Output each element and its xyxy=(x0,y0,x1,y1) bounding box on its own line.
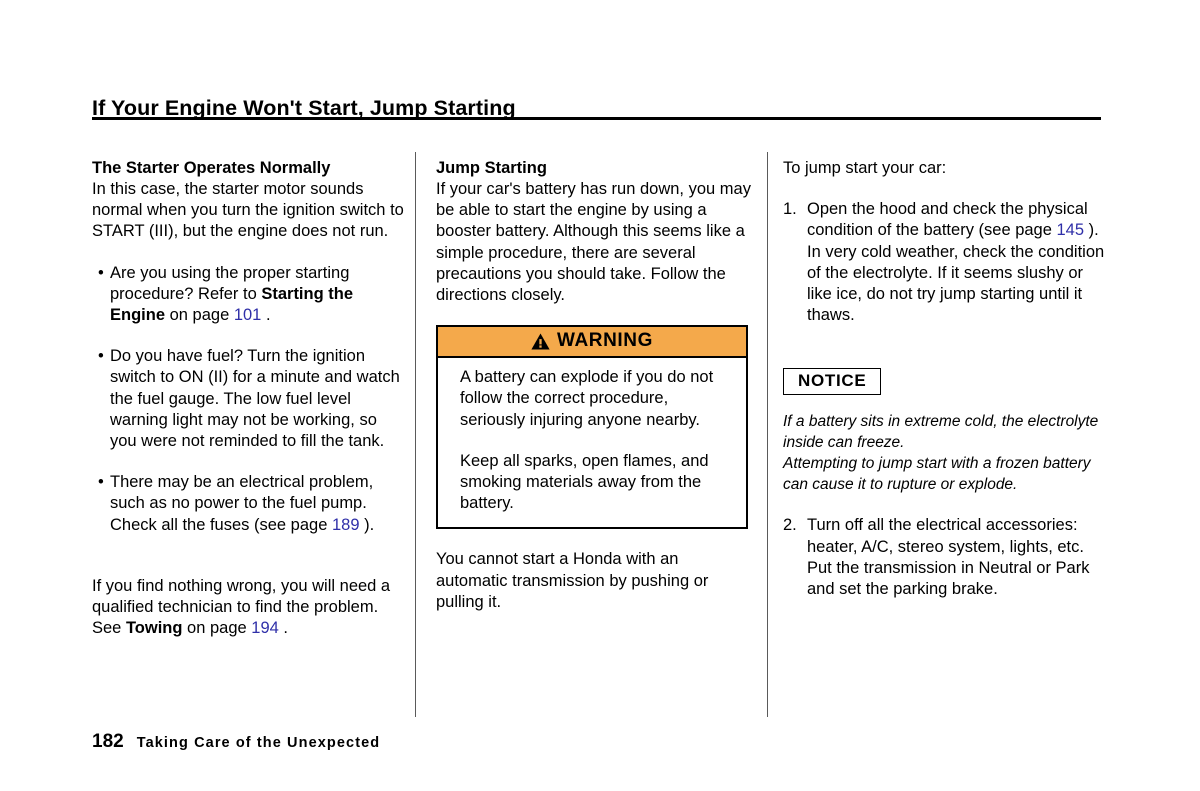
column-3-intro-paragraph: To jump start your car: xyxy=(783,159,947,177)
warning-box-header: WARNING xyxy=(438,327,746,359)
warning-box: WARNING A battery can explode if you do … xyxy=(436,325,748,530)
notice-badge: NOTICE xyxy=(783,368,882,396)
column-2-intro-paragraph: If your car's battery has run down, you … xyxy=(436,180,751,305)
closing-text-bold: Towing xyxy=(125,619,183,638)
bullet-text-end: . xyxy=(261,306,271,325)
footer-page-number: 182 xyxy=(92,731,124,752)
step-text: Open the hood and check the physical con… xyxy=(807,200,1088,240)
bullet-marker-icon: • xyxy=(98,473,104,492)
warning-box-title: WARNING xyxy=(556,330,654,352)
page-reference-link[interactable]: 189 xyxy=(332,516,360,534)
footer-section-title: Taking Care of the Unexpected xyxy=(136,735,381,751)
column-divider-right xyxy=(767,152,768,717)
bullet-item-starting-procedure: • Are you using the proper starting proc… xyxy=(92,263,404,327)
notice-line-2: Attempting to jump start with a frozen b… xyxy=(783,455,1091,494)
warning-triangle-icon xyxy=(531,333,550,350)
header-rule xyxy=(92,117,1101,120)
column-1-intro-paragraph: In this case, the starter motor sounds n… xyxy=(92,180,404,241)
content-column-3: To jump start your car: 1. Open the hood… xyxy=(783,158,1105,620)
closing-text-end: . xyxy=(278,619,288,638)
content-column-2: Jump Starting If your car's battery has … xyxy=(436,158,752,613)
column-1-closing-paragraph: If you find nothing wrong, you will need… xyxy=(92,576,404,640)
warning-box-body: A battery can explode if you do not foll… xyxy=(438,358,746,527)
bullet-text-end: ). xyxy=(359,515,375,534)
content-column-1: The Starter Operates Normally In this ca… xyxy=(92,158,404,639)
page-reference-link[interactable]: 145 xyxy=(1057,221,1085,239)
bullet-marker-icon: • xyxy=(98,263,104,282)
page-reference-link[interactable]: 194 xyxy=(251,619,279,637)
closing-text-cont: on page xyxy=(182,619,252,638)
step-number: 1. xyxy=(783,200,797,219)
bullet-text: Do you have fuel? Turn the ignition swit… xyxy=(110,347,400,451)
page-footer: 182 Taking Care of the Unexpected xyxy=(92,731,380,753)
numbered-step-1: 1. Open the hood and check the physical … xyxy=(783,199,1105,326)
column-divider-left xyxy=(415,152,416,717)
manual-page: If Your Engine Won't Start, Jump Startin… xyxy=(0,0,1200,791)
bullet-item-fuel-check: • Do you have fuel? Turn the ignition sw… xyxy=(92,346,404,452)
numbered-step-2: 2. Turn off all the electrical accessori… xyxy=(783,515,1105,600)
warning-paragraph-1: A battery can explode if you do not foll… xyxy=(460,368,714,429)
page-reference-link[interactable]: 101 xyxy=(234,306,262,324)
warning-paragraph-2: Keep all sparks, open flames, and smokin… xyxy=(460,451,709,513)
step-number: 2. xyxy=(783,516,797,535)
bullet-marker-icon: • xyxy=(98,347,104,366)
notice-line-1: If a battery sits in extreme cold, the e… xyxy=(783,413,1099,452)
bullet-text-cont: on page xyxy=(165,306,234,325)
step-text: Turn off all the electrical accessories:… xyxy=(807,516,1084,556)
column-2-heading: Jump Starting xyxy=(436,159,547,177)
notice-text: If a battery sits in extreme cold, the e… xyxy=(783,411,1105,495)
bullet-item-electrical-problem: • There may be an electrical problem, su… xyxy=(92,472,404,536)
step-text-extra: Put the transmission in Neutral or Park … xyxy=(807,558,1090,599)
column-1-heading: The Starter Operates Normally xyxy=(92,159,331,177)
column-2-closing-paragraph: You cannot start a Honda with an automat… xyxy=(436,550,709,611)
